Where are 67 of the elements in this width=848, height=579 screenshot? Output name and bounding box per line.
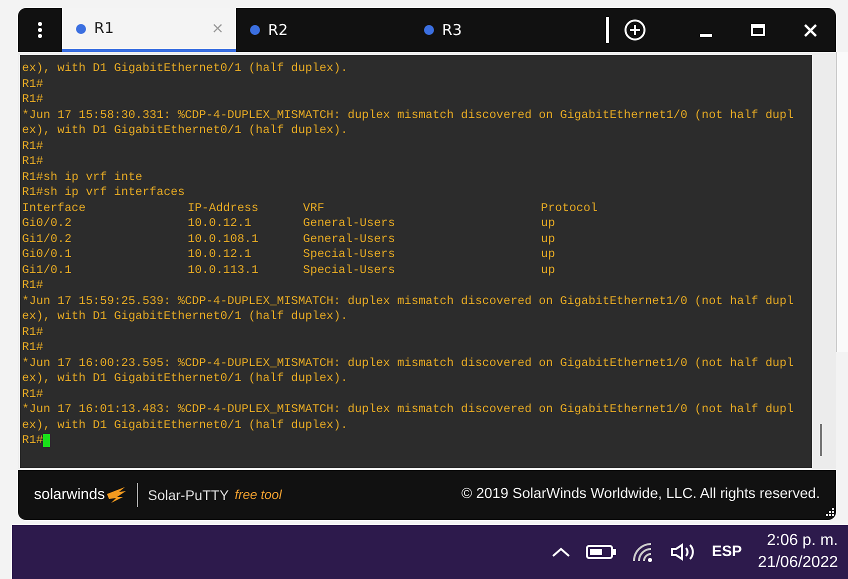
terminal-line: ex), with D1 GigabitEthernet0/1 (half duplex). [22,61,349,76]
terminal-line: R1# [22,76,44,92]
table-cell-text: up [540,262,556,278]
terminal-line: R1# [22,138,44,154]
product-name: Solar-PuTTY [148,486,229,504]
table-cell-text: up [540,232,556,247]
flame-icon [104,486,127,504]
terminal-line: R1#sh ip vrf inte [22,170,144,185]
table-cell-text: up [540,247,556,262]
terminal-line: ex), with D1 GigabitEthernet0/1 (half duplex). [22,309,349,324]
tab[interactable]: R1 × [62,8,236,52]
terminal-line: R1# [22,340,44,356]
terminal-line: R1# [22,324,44,340]
close-icon[interactable] [804,24,816,36]
table-cell-text: Special-Users [303,247,396,262]
table-cell-text: up [540,216,556,232]
terminal-line: ex), with D1 GigabitEthernet0/1 (half duplex). [22,418,349,433]
terminal-line: ex), with D1 GigabitEthernet0/1 (half duplex). [22,371,349,386]
language-indicator[interactable]: ESP [712,540,742,564]
table-cell-text: 10.0.12.1 [188,247,252,262]
table-cell-text: 10.0.12.1 [188,216,252,232]
tab-label: R1 [94,18,114,40]
column-header: VRF [303,200,326,216]
clock-time[interactable]: 2:06 p. m. [766,530,838,552]
add-tab-icon[interactable] [624,19,646,41]
column-header: IP-Address [188,200,260,216]
terminal-line: *Jun 17 16:00:23.595: %CDP-4-DUPLEX_MISMATCH: duplex mismatch discovered on GigabitEthernet1/0 (not half dupl [22,356,795,371]
terminal-line: R1# [22,278,44,294]
copyright-text: © 2019 SolarWinds Worldwide, LLC. All rights reserved. [461,485,820,504]
terminal-line: ex), with D1 GigabitEthernet0/1 (half duplex). [22,123,349,138]
table-cell-text: Gi1/0.2 [22,232,73,247]
table-cell-text: 10.0.108.1 [188,232,260,247]
terminal-line: *Jun 17 16:01:13.483: %CDP-4-DUPLEX_MISMATCH: duplex mismatch discovered on GigabitEthernet1/0 (not half dupl [22,402,795,418]
terminal-line: R1# [22,154,44,170]
column-header: Protocol [540,200,599,216]
terminal-line: *Jun 17 15:58:30.331: %CDP-4-DUPLEX_MISMATCH: duplex mismatch discovered on GigabitEthernet1/0 (not half dupl [22,108,795,123]
minimize-icon[interactable] [700,34,712,36]
command-prompt: R1# [22,433,44,448]
scrollbar-thumb[interactable] [820,424,822,456]
terminal-line: R1#sh ip vrf interfaces [22,185,186,200]
table-cell-text: General-Users [303,232,396,247]
speaker-icon[interactable] [670,543,696,561]
terminal-line: R1# [22,386,44,402]
table-cell-text: Gi1/0.1 [22,262,73,278]
table-cell-text: Gi0/0.2 [22,216,73,232]
table-cell-text: Special-Users [303,262,396,278]
edition-label: free tool [234,486,282,504]
terminal-line: *Jun 17 15:59:25.539: %CDP-4-DUPLEX_MISMATCH: duplex mismatch discovered on GigabitEthernet1/0 (not half dupl [22,294,795,309]
chevron-up-icon[interactable] [552,547,570,557]
tab-label: R2 [268,20,288,41]
tab[interactable]: R3 [410,8,584,52]
menu-icon[interactable] [38,22,42,38]
table-cell-text: General-Users [303,216,396,232]
tab[interactable]: R2 [236,8,410,52]
brand-logo-text: solarwinds [34,484,105,505]
terminal-line: R1# [22,92,44,108]
tab-label: R3 [442,20,462,41]
clock-date[interactable]: 21/06/2022 [758,552,838,574]
wifi-icon[interactable] [632,542,654,562]
table-cell-text: 10.0.113.1 [188,262,260,278]
column-header: Interface [22,200,87,216]
battery-icon[interactable] [586,545,616,559]
maximize-icon[interactable] [751,24,765,36]
divider-icon [606,17,609,43]
resize-grip-icon[interactable] [824,508,834,518]
table-cell-text: Gi0/0.1 [22,247,73,262]
text-cursor [43,434,50,448]
